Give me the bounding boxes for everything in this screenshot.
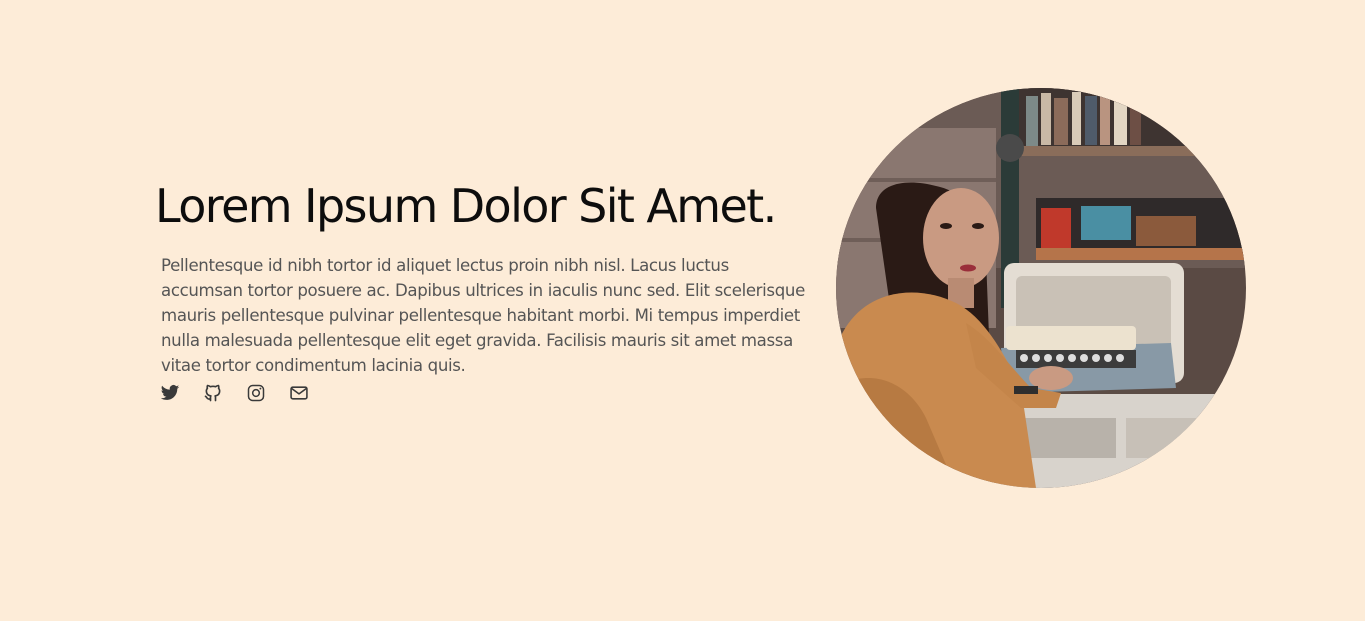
- github-link[interactable]: [203, 383, 223, 403]
- github-icon: [204, 384, 221, 402]
- instagram-icon: [247, 384, 265, 402]
- portrait-image: [836, 88, 1246, 488]
- social-links: [160, 383, 309, 403]
- twitter-icon: [160, 385, 180, 400]
- mail-icon: [290, 386, 308, 400]
- hero-title: Lorem Ipsum Dolor Sit Amet.: [155, 179, 777, 233]
- hero-description: Pellentesque id nibh tortor id aliquet l…: [161, 256, 805, 375]
- twitter-link[interactable]: [160, 383, 180, 403]
- hero-section: Lorem Ipsum Dolor Sit Amet. Pellentesque…: [0, 0, 1365, 621]
- instagram-link[interactable]: [246, 383, 266, 403]
- woman-at-typewriter-photo: [836, 88, 1246, 488]
- mail-link[interactable]: [289, 383, 309, 403]
